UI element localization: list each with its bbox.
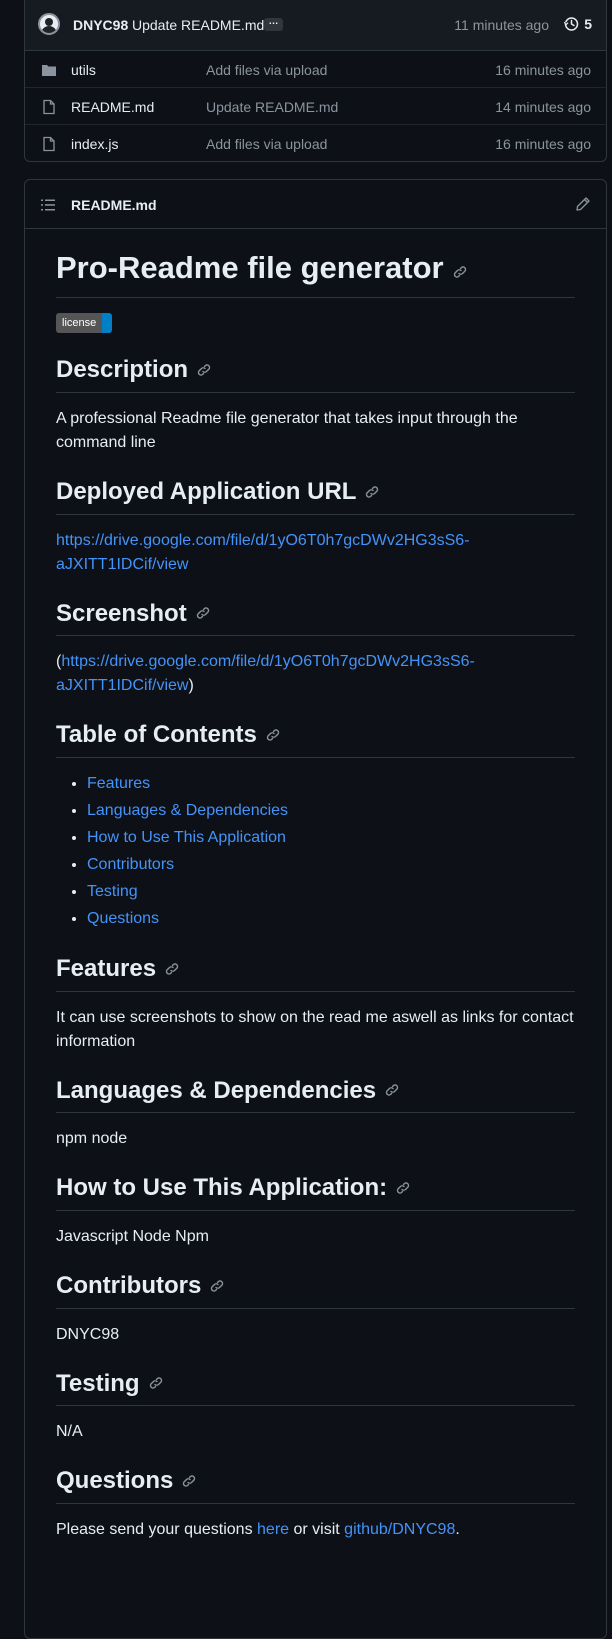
heading-languages: Languages & Dependencies bbox=[56, 1076, 575, 1114]
questions-text: . bbox=[455, 1520, 460, 1538]
latest-commit-bar: DNYC98 Update README.md … 11 minutes ago… bbox=[25, 0, 606, 51]
screenshot-link[interactable]: https://drive.google.com/file/d/1yO6T0h7… bbox=[56, 653, 475, 694]
list-icon[interactable] bbox=[40, 197, 56, 213]
file-browser: DNYC98 Update README.md … 11 minutes ago… bbox=[24, 0, 607, 162]
file-commit-message-link[interactable]: Add files via upload bbox=[206, 136, 327, 152]
heading-contributors: Contributors bbox=[56, 1271, 575, 1309]
pencil-icon[interactable] bbox=[575, 196, 591, 212]
file-time: 16 minutes ago bbox=[495, 62, 591, 78]
license-badge-value bbox=[102, 313, 113, 334]
file-row[interactable]: index.js Add files via upload 16 minutes… bbox=[25, 125, 606, 162]
languages-text: npm node bbox=[56, 1130, 128, 1148]
link-icon[interactable] bbox=[209, 1272, 225, 1302]
file-icon bbox=[43, 99, 55, 115]
deployed-url-link[interactable]: https://drive.google.com/file/d/1yO6T0h7… bbox=[56, 532, 470, 573]
heading-screenshot: Screenshot bbox=[56, 599, 575, 637]
link-icon[interactable] bbox=[384, 1076, 400, 1106]
readme-content: Pro-Readme file generator license Descri… bbox=[56, 229, 575, 1542]
heading-text: Testing bbox=[56, 1369, 140, 1397]
file-commit-message-link[interactable]: Update README.md bbox=[206, 99, 338, 115]
file-name-link[interactable]: index.js bbox=[71, 136, 118, 152]
readme-header: README.md bbox=[25, 180, 606, 229]
heading-text: Screenshot bbox=[56, 599, 187, 627]
toc-item: Features bbox=[87, 770, 575, 797]
readme-title: Pro-Readme file generator bbox=[56, 229, 575, 299]
toc-link-testing[interactable]: Testing bbox=[87, 883, 138, 900]
readme-filename[interactable]: README.md bbox=[71, 197, 157, 213]
file-row[interactable]: utils Add files via upload 16 minutes ag… bbox=[25, 51, 606, 88]
toc-item: How to Use This Application bbox=[87, 824, 575, 851]
link-icon[interactable] bbox=[195, 599, 211, 629]
questions-here-link[interactable]: here bbox=[257, 1521, 289, 1538]
heading-table-of-contents: Table of Contents bbox=[56, 720, 575, 758]
paren-close: ) bbox=[188, 677, 194, 695]
heading-questions: Questions bbox=[56, 1466, 575, 1504]
toc-link-howto[interactable]: How to Use This Application bbox=[87, 829, 286, 846]
screenshot-paragraph: (https://drive.google.com/file/d/1yO6T0h… bbox=[56, 650, 575, 698]
link-icon[interactable] bbox=[196, 356, 212, 386]
questions-paragraph: Please send your questions here or visit… bbox=[56, 1518, 575, 1542]
readme-title-text: Pro-Readme file generator bbox=[56, 250, 444, 285]
heading-text: Questions bbox=[56, 1467, 174, 1495]
toc-link-languages[interactable]: Languages & Dependencies bbox=[87, 802, 288, 819]
file-name-link[interactable]: utils bbox=[71, 62, 96, 78]
toc-link-questions[interactable]: Questions bbox=[87, 910, 159, 927]
file-row[interactable]: README.md Update README.md 14 minutes ag… bbox=[25, 88, 606, 125]
link-icon[interactable] bbox=[395, 1174, 411, 1204]
heading-text: Deployed Application URL bbox=[56, 477, 357, 505]
toc-item: Contributors bbox=[87, 851, 575, 878]
commit-message-link[interactable]: Update README.md bbox=[132, 17, 264, 33]
heading-text: How to Use This Application: bbox=[56, 1174, 388, 1202]
heading-features: Features bbox=[56, 954, 575, 992]
heading-testing: Testing bbox=[56, 1369, 575, 1407]
heading-deployed-url: Deployed Application URL bbox=[56, 477, 575, 515]
deployed-url-paragraph: https://drive.google.com/file/d/1yO6T0h7… bbox=[56, 529, 575, 577]
link-icon[interactable] bbox=[364, 478, 380, 508]
license-badge-label: license bbox=[56, 313, 103, 334]
readme-panel: README.md Pro-Readme file generator lice… bbox=[24, 179, 607, 1639]
link-icon[interactable] bbox=[164, 955, 180, 985]
link-icon[interactable] bbox=[148, 1369, 164, 1399]
description-text: A professional Readme file generator tha… bbox=[56, 409, 518, 451]
heading-howto: How to Use This Application: bbox=[56, 1173, 575, 1211]
commit-details-button[interactable]: … bbox=[264, 17, 283, 31]
toc-link-features[interactable]: Features bbox=[87, 775, 150, 792]
contributors-text: DNYC98 bbox=[56, 1325, 120, 1343]
testing-text: N/A bbox=[56, 1423, 83, 1441]
link-icon[interactable] bbox=[452, 251, 468, 288]
toc-list: Features Languages & Dependencies How to… bbox=[56, 770, 575, 932]
commit-count: 5 bbox=[584, 16, 592, 32]
license-badge[interactable]: license bbox=[56, 313, 113, 334]
questions-text: Please send your questions bbox=[56, 1520, 258, 1538]
questions-text: or visit bbox=[289, 1520, 345, 1538]
heading-text: Features bbox=[56, 954, 157, 982]
folder-icon bbox=[42, 65, 56, 76]
heading-text: Description bbox=[56, 356, 189, 384]
commit-author-link[interactable]: DNYC98 bbox=[73, 17, 128, 33]
toc-item: Languages & Dependencies bbox=[87, 797, 575, 824]
commit-time: 11 minutes ago bbox=[454, 17, 549, 33]
heading-description: Description bbox=[56, 355, 575, 393]
avatar[interactable] bbox=[38, 13, 60, 35]
file-time: 16 minutes ago bbox=[495, 136, 591, 152]
heading-text: Contributors bbox=[56, 1271, 202, 1299]
heading-text: Table of Contents bbox=[56, 721, 257, 749]
toc-item: Testing bbox=[87, 878, 575, 905]
toc-link-contributors[interactable]: Contributors bbox=[87, 856, 174, 873]
file-commit-message-link[interactable]: Add files via upload bbox=[206, 62, 327, 78]
features-text: It can use screenshots to show on the re… bbox=[56, 1008, 574, 1050]
howto-text: Javascript Node Npm bbox=[56, 1227, 209, 1245]
file-icon bbox=[43, 136, 55, 152]
link-icon[interactable] bbox=[265, 721, 281, 751]
commit-history-link[interactable]: 5 bbox=[563, 16, 592, 32]
file-name-link[interactable]: README.md bbox=[71, 99, 154, 115]
github-profile-link[interactable]: github/DNYC98 bbox=[344, 1521, 455, 1538]
heading-text: Languages & Dependencies bbox=[56, 1076, 377, 1104]
file-time: 14 minutes ago bbox=[495, 99, 591, 115]
link-icon[interactable] bbox=[181, 1467, 197, 1497]
history-icon bbox=[564, 17, 579, 31]
toc-item: Questions bbox=[87, 905, 575, 932]
